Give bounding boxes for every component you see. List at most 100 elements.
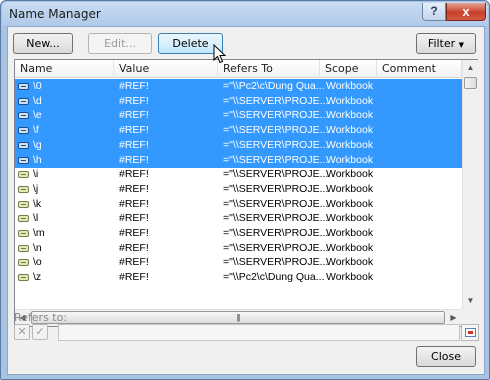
cell-refers: ="\\SERVER\PROJE...: [223, 124, 329, 137]
refers-to-label: Refers to:: [14, 311, 68, 324]
cell-value: #REF!: [119, 109, 149, 122]
cell-scope: Workbook: [326, 168, 374, 181]
name-range-icon: [18, 112, 29, 120]
cell-value: #REF!: [119, 227, 149, 239]
cell-scope: Workbook: [326, 256, 374, 269]
new-button[interactable]: New...: [13, 33, 73, 54]
cell-scope: Workbook: [326, 80, 374, 92]
column-header-name[interactable]: Name: [15, 60, 114, 78]
filter-dropdown-icon: ▼: [458, 41, 465, 49]
cell-name: \n: [33, 241, 42, 254]
column-header-refers-to[interactable]: Refers To: [218, 60, 320, 78]
window-close-button[interactable]: x: [446, 3, 486, 21]
cell-scope: Workbook: [326, 124, 374, 137]
cell-scope: Workbook: [326, 109, 374, 122]
list-row[interactable]: \g #REF! ="\\SERVER\PROJE... Workbook: [15, 137, 462, 153]
close-button-label: Close: [431, 350, 461, 363]
cell-name: \l: [33, 212, 39, 225]
column-header-scope[interactable]: Scope: [320, 60, 377, 78]
title-bar: Name Manager ? x: [2, 2, 488, 26]
cell-name: \e: [33, 109, 42, 122]
cell-value: #REF!: [119, 182, 149, 195]
cell-value: #REF!: [119, 271, 149, 284]
cell-scope: Workbook: [326, 153, 374, 166]
cell-value: #REF!: [119, 168, 149, 181]
list-row[interactable]: \n #REF! ="\\SERVER\PROJE... Workbook: [15, 241, 462, 256]
cancel-edit-icon[interactable]: ✕: [14, 324, 30, 340]
cell-name: \i: [33, 168, 39, 181]
list-row[interactable]: \m #REF! ="\\SERVER\PROJE... Workbook: [15, 226, 462, 241]
mouse-pointer-icon: [213, 44, 227, 64]
list-row[interactable]: \f #REF! ="\\SERVER\PROJE... Workbook: [15, 123, 462, 139]
cell-refers: ="\\SERVER\PROJE...: [223, 168, 329, 181]
vertical-scroll-thumb[interactable]: [464, 77, 477, 89]
cell-refers: ="\\SERVER\PROJE...: [223, 256, 329, 269]
confirm-edit-icon[interactable]: ✓: [32, 324, 48, 340]
dialog-body: New... Edit... Delete Filter ▼ Name Valu…: [7, 26, 485, 375]
name-range-icon: [18, 141, 29, 149]
list-row[interactable]: \e #REF! ="\\SERVER\PROJE... Workbook: [15, 108, 462, 124]
cell-value: #REF!: [119, 241, 149, 254]
filter-button[interactable]: Filter ▼: [416, 33, 476, 54]
cell-value: #REF!: [119, 94, 149, 107]
cell-refers: ="\\SERVER\PROJE...: [223, 109, 329, 122]
cell-value: #REF!: [119, 256, 149, 269]
cell-name: \g: [33, 138, 42, 151]
list-row[interactable]: \d #REF! ="\\SERVER\PROJE... Workbook: [15, 93, 462, 109]
cell-name: \h: [33, 153, 42, 166]
cell-refers: ="\\SERVER\PROJE...: [223, 227, 329, 239]
close-button[interactable]: Close: [416, 346, 476, 367]
column-header-comment[interactable]: Comment: [377, 60, 462, 78]
name-range-icon: [18, 83, 29, 90]
cell-value: #REF!: [119, 197, 149, 210]
name-range-icon: [18, 230, 29, 237]
name-range-icon: [18, 97, 29, 105]
list-row[interactable]: \z #REF! ="\\Pc2\c\Dung Qua... Workbook: [15, 270, 462, 285]
cell-scope: Workbook: [326, 182, 374, 195]
new-button-label: New...: [26, 37, 60, 50]
scroll-up-icon[interactable]: ▲: [463, 60, 478, 76]
list-row[interactable]: \0 #REF! ="\\Pc2\c\Dung Qua... Workbook: [15, 79, 462, 94]
cell-refers: ="\\SERVER\PROJE...: [223, 138, 329, 151]
cell-refers: ="\\Pc2\c\Dung Qua...: [223, 80, 325, 92]
cell-refers: ="\\SERVER\PROJE...: [223, 153, 329, 166]
cell-name: \0: [33, 80, 42, 92]
name-range-icon: [18, 274, 29, 282]
cell-refers: ="\\SERVER\PROJE...: [223, 212, 329, 225]
refers-to-input[interactable]: [58, 324, 460, 341]
cell-value: #REF!: [119, 212, 149, 225]
list-row[interactable]: \j #REF! ="\\SERVER\PROJE... Workbook: [15, 182, 462, 197]
cell-scope: Workbook: [326, 271, 374, 284]
name-manager-window: Name Manager ? x New... Edit... Delete F…: [0, 0, 490, 380]
cell-value: #REF!: [119, 153, 149, 166]
help-button[interactable]: ?: [422, 3, 446, 21]
collapse-dialog-button[interactable]: [461, 324, 479, 341]
list-row[interactable]: \h #REF! ="\\SERVER\PROJE... Workbook: [15, 152, 462, 168]
window-title: Name Manager: [9, 7, 101, 21]
list-row[interactable]: \l #REF! ="\\SERVER\PROJE... Workbook: [15, 211, 462, 226]
edit-button[interactable]: Edit...: [88, 33, 152, 54]
list-rows: \0 #REF! ="\\Pc2\c\Dung Qua... Workbook \d #R…: [15, 79, 462, 309]
cell-name: \k: [33, 197, 42, 210]
scroll-down-icon[interactable]: ▼: [463, 293, 478, 309]
cell-name: \m: [33, 227, 45, 239]
cell-scope: Workbook: [326, 241, 374, 254]
list-row[interactable]: \k #REF! ="\\SERVER\PROJE... Workbook: [15, 197, 462, 212]
names-list[interactable]: Name Value Refers To Scope Comment \0 #RE…: [14, 59, 478, 327]
cell-name: \o: [33, 256, 42, 269]
name-range-icon: [18, 127, 29, 135]
cell-value: #REF!: [119, 138, 149, 151]
horizontal-scroll-thumb[interactable]: |||: [31, 311, 445, 324]
cell-scope: Workbook: [326, 227, 374, 239]
cell-scope: Workbook: [326, 212, 374, 225]
vertical-scrollbar[interactable]: ▲ ▼: [462, 60, 478, 309]
edit-button-label: Edit...: [104, 37, 136, 50]
name-range-icon: [18, 259, 29, 267]
list-row[interactable]: \o #REF! ="\\SERVER\PROJE... Workbook: [15, 255, 462, 270]
cell-name: \z: [33, 271, 42, 284]
cell-scope: Workbook: [326, 138, 374, 151]
column-header-value[interactable]: Value: [114, 60, 218, 78]
list-row[interactable]: \i #REF! ="\\SERVER\PROJE... Workbook: [15, 167, 462, 182]
cell-value: #REF!: [119, 124, 149, 137]
name-range-icon: [18, 200, 29, 208]
